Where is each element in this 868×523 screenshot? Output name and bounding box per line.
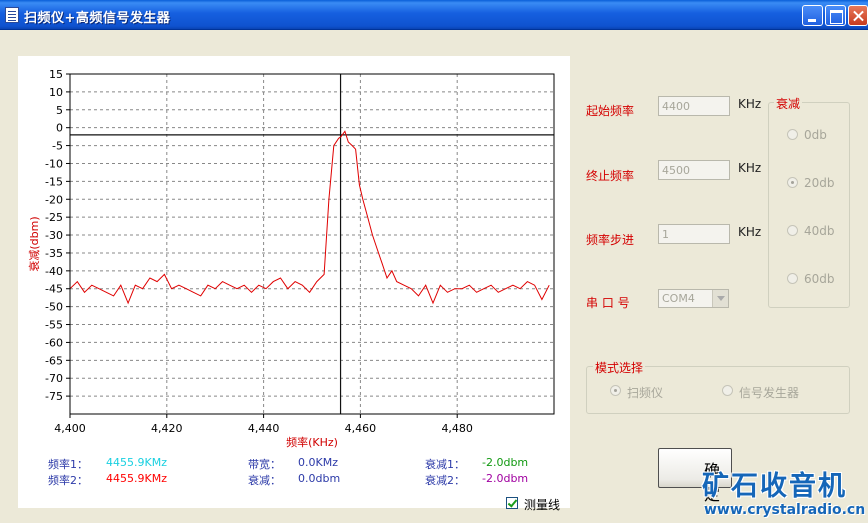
y-tick-label: -45	[45, 283, 63, 296]
atten-radio-60db-label: 60db	[804, 272, 835, 286]
freq1-label: 频率1：	[48, 458, 88, 471]
atten-radio-20db-label: 20db	[804, 176, 835, 190]
start-freq-unit: KHz	[738, 97, 762, 111]
spectrum-chart: 15 10 5 0 -5 -10 -15 -20 -25 -30 -35 -40 -45 -50 -55 -6…	[27, 68, 555, 449]
bandwidth-value: 0.0KMz	[298, 456, 338, 469]
spectrum-chart-panel: 15 10 5 0 -5 -10 -15 -20 -25 -30 -35 -40 -45 -50 -55 -6…	[18, 56, 570, 508]
mode-group-title: 模式选择	[593, 359, 646, 376]
y-tick-label: -25	[45, 211, 63, 224]
stop-freq-label: 终止频率	[586, 169, 635, 183]
watermark: 矿石收音机 www.crystalradio.cn	[696, 464, 868, 523]
y-tick-label: 5	[56, 104, 63, 117]
series-line	[69, 130, 550, 305]
mode-radio-sweeper-label: 扫频仪	[627, 386, 664, 400]
plot-frame	[69, 73, 555, 415]
close-button[interactable]	[848, 5, 868, 26]
x-tick-label: 4,400	[54, 422, 86, 435]
measure-line-label: 测量线	[524, 498, 561, 512]
x-tick-label: 4,420	[151, 422, 183, 435]
step-unit: KHz	[738, 225, 762, 239]
freq1-value: 4455.9KMz	[106, 456, 167, 469]
y-tick-label: -20	[45, 193, 63, 206]
mode-group: 模式选择	[586, 359, 850, 414]
measure-line-checkbox[interactable]	[506, 497, 518, 509]
x-tick-label: 4,480	[441, 422, 473, 435]
atten2-label: 衰减2：	[425, 474, 465, 487]
atten2-value: -2.0dbm	[482, 472, 529, 485]
y-tick-label: 10	[49, 86, 63, 99]
step-input[interactable]: 1	[658, 224, 730, 244]
y-tick-label: -75	[45, 390, 63, 403]
mode-radio-sweeper[interactable]	[610, 385, 621, 396]
stop-freq-unit: KHz	[738, 161, 762, 175]
y-tick-label: -30	[45, 229, 63, 242]
port-label: 串 口 号	[586, 296, 630, 310]
y-tick-label: -50	[45, 301, 63, 314]
y-tick-label: -35	[45, 247, 63, 260]
atten-radio-0db-label: 0db	[804, 128, 827, 142]
atten-radio-20db[interactable]	[787, 177, 798, 188]
title-bar[interactable]: 扫频仪+高频信号发生器	[0, 0, 868, 30]
y-tick-label: -70	[45, 372, 63, 385]
attenuation-group-title: 衰减	[774, 95, 803, 112]
atten-radio-60db[interactable]	[787, 273, 798, 284]
chevron-down-icon[interactable]	[712, 290, 728, 307]
y-tick-label: -40	[45, 265, 63, 278]
x-tick-label: 4,440	[248, 422, 280, 435]
app-icon	[5, 7, 19, 23]
step-label: 频率步进	[586, 233, 635, 247]
atten-radio-40db[interactable]	[787, 225, 798, 236]
y-tick-label: 0	[56, 122, 63, 135]
atten1-label: 衰减1：	[425, 458, 465, 471]
y-axis-label: 衰减(dbm)	[27, 216, 41, 271]
y-tick-label: -60	[45, 336, 63, 349]
minimize-button[interactable]	[802, 5, 823, 26]
port-select-value: COM4	[662, 292, 695, 305]
stop-freq-input[interactable]: 4500	[658, 160, 730, 180]
x-tick-label: 4,460	[345, 422, 377, 435]
freq2-label: 频率2：	[48, 474, 88, 487]
mode-radio-generator[interactable]	[722, 385, 733, 396]
freq2-value: 4455.9KMz	[106, 472, 167, 485]
watermark-url: www.crystalradio.cn	[704, 502, 866, 518]
atten-label: 衰减：	[248, 474, 281, 487]
y-tick-label: -65	[45, 354, 63, 367]
start-freq-label: 起始频率	[586, 104, 635, 118]
y-tick-label: -15	[45, 175, 63, 188]
maximize-button[interactable]	[825, 5, 846, 26]
start-freq-input[interactable]: 4400	[658, 96, 730, 116]
atten-value: 0.0dbm	[298, 472, 341, 485]
y-tick-label: 15	[49, 68, 63, 81]
x-axis-label: 频率(KHz)	[286, 435, 338, 449]
mode-radio-generator-label: 信号发生器	[739, 386, 800, 400]
y-tick-label: -10	[45, 157, 63, 170]
atten1-value: -2.0dbm	[482, 456, 529, 469]
atten-radio-0db[interactable]	[787, 129, 798, 140]
y-tick-label: -5	[52, 140, 63, 153]
y-tick-label: -55	[45, 319, 63, 332]
atten-radio-40db-label: 40db	[804, 224, 835, 238]
window-title: 扫频仪+高频信号发生器	[24, 11, 171, 26]
watermark-text: 矿石收音机	[702, 471, 847, 502]
port-select[interactable]: COM4	[658, 289, 729, 308]
bandwidth-label: 带宽：	[248, 458, 281, 471]
